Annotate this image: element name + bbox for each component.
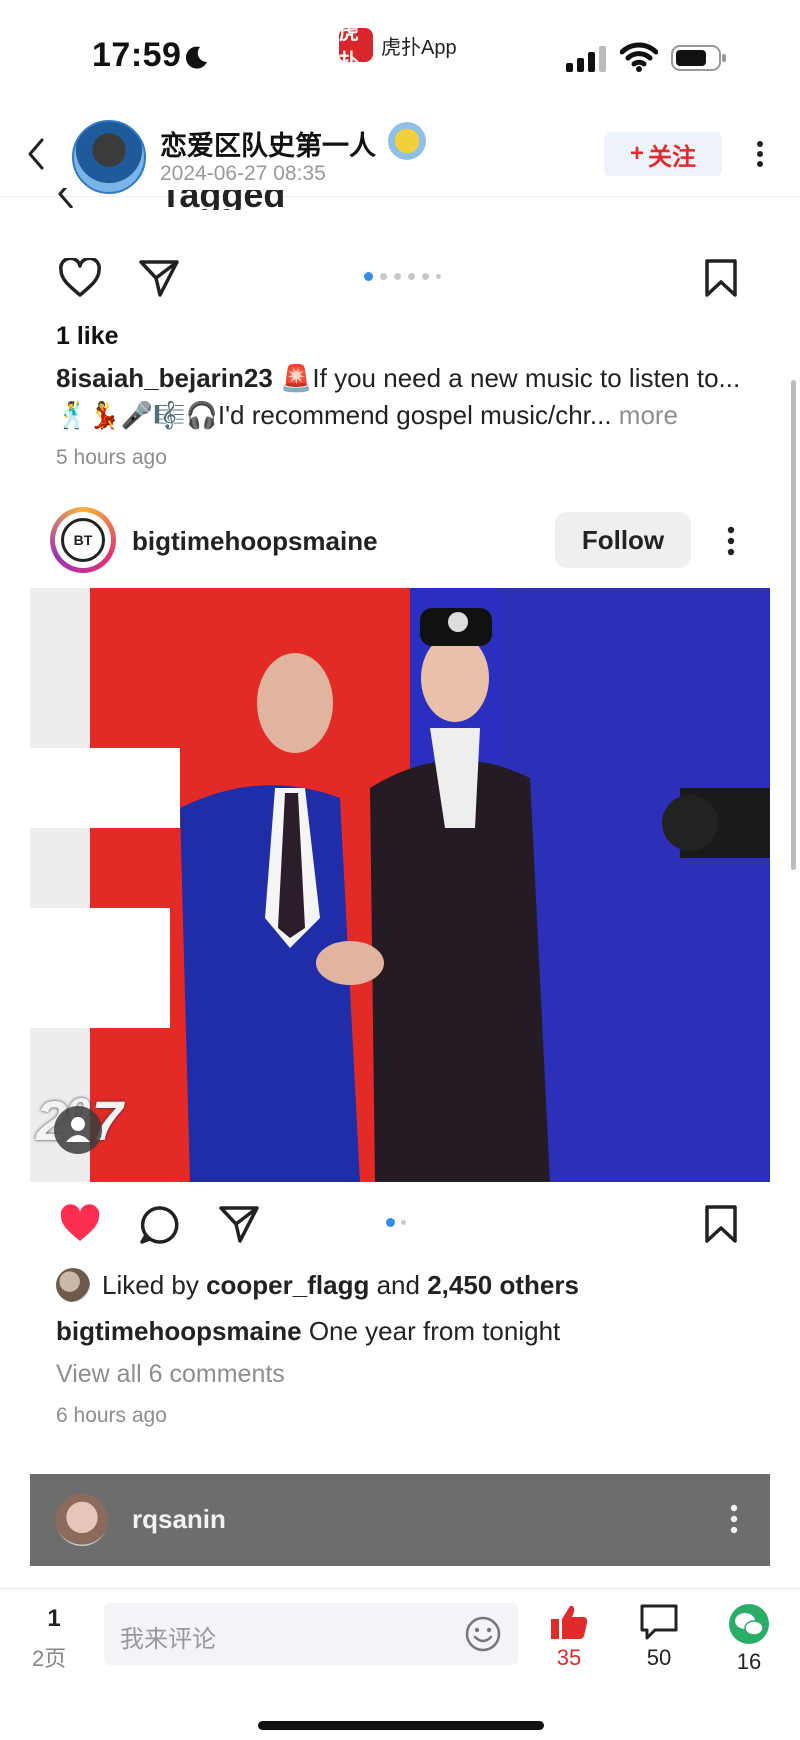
- post-caption: 8isaiah_bejarin23 🚨If you need a new mus…: [56, 360, 756, 434]
- caption-text-2: One year from tonight: [308, 1316, 561, 1346]
- battery-icon: [671, 44, 727, 77]
- liked-by-count[interactable]: 2,450 others: [427, 1270, 579, 1300]
- next-post-avatar[interactable]: [56, 1494, 108, 1546]
- post-time: 5 hours ago: [56, 446, 167, 469]
- next-post-more-icon[interactable]: [730, 1504, 738, 1539]
- comment-button[interactable]: 50: [624, 1603, 694, 1671]
- bookmark-icon-2[interactable]: [704, 1204, 738, 1249]
- wifi-icon: [619, 42, 659, 77]
- comment-input[interactable]: 我来评论: [104, 1603, 518, 1665]
- level-badge-icon: [388, 122, 426, 160]
- carousel-indicator: [364, 272, 441, 281]
- more-options-icon[interactable]: [756, 140, 764, 173]
- post-caption-2: bigtimehoopsmaine One year from tonight: [56, 1316, 560, 1347]
- view-comments-link[interactable]: View all 6 comments: [56, 1360, 285, 1389]
- comment-bubble-icon: [640, 1604, 678, 1640]
- comment-icon[interactable]: [138, 1204, 180, 1251]
- caption-username[interactable]: 8isaiah_bejarin23: [56, 363, 273, 393]
- thumbs-up-icon: [551, 1605, 588, 1639]
- heart-filled-icon[interactable]: [58, 1204, 102, 1249]
- home-indicator[interactable]: [258, 1721, 544, 1730]
- heart-icon[interactable]: [58, 256, 102, 303]
- page-current[interactable]: 1: [40, 1605, 68, 1633]
- ig-follow-button[interactable]: Follow: [555, 512, 691, 568]
- wechat-icon: [729, 1604, 769, 1644]
- bookmark-icon[interactable]: [704, 258, 738, 303]
- draft-photo-illustration: [30, 588, 770, 1182]
- post-username[interactable]: bigtimehoopsmaine: [132, 526, 378, 557]
- app-logo: 虎扑: [339, 22, 373, 73]
- page-total[interactable]: 2页: [32, 1641, 66, 1673]
- share-icon-2[interactable]: [218, 1204, 260, 1249]
- next-post-header: rqsanin: [30, 1474, 770, 1566]
- follow-label: 关注: [648, 143, 696, 171]
- bottom-action-bar: 1 2页 我来评论 35 50 16: [0, 1588, 800, 1740]
- next-post-username[interactable]: rqsanin: [132, 1504, 226, 1535]
- tagged-title: Tagged: [160, 190, 285, 210]
- comment-placeholder: 我来评论: [120, 1626, 216, 1653]
- liked-by-prefix: Liked by: [102, 1269, 199, 1300]
- emoji-icon[interactable]: [464, 1615, 502, 1658]
- like-count-bottom: 35: [556, 1645, 582, 1670]
- liked-by-and: and: [376, 1269, 420, 1300]
- app-badge: 虎扑 虎扑App: [339, 22, 457, 73]
- plus-icon: +: [629, 140, 644, 167]
- carousel-indicator-2: [386, 1218, 406, 1227]
- liked-by-avatar: [56, 1268, 90, 1302]
- wechat-share-button[interactable]: 16: [714, 1603, 784, 1675]
- tagged-people-icon[interactable]: [54, 1106, 102, 1154]
- tagged-back-icon: [56, 188, 78, 208]
- author-name[interactable]: 恋爱区队史第一人: [160, 124, 376, 163]
- liked-by-user[interactable]: cooper_flagg: [206, 1270, 369, 1300]
- like-button[interactable]: 35: [534, 1603, 604, 1671]
- share-count: 16: [736, 1649, 762, 1674]
- like-count: 1 like: [56, 322, 119, 350]
- moon-icon: [182, 44, 210, 77]
- profile-avatar[interactable]: BT: [61, 518, 105, 562]
- caption-username-2[interactable]: bigtimehoopsmaine: [56, 1316, 302, 1346]
- comment-count: 50: [646, 1645, 672, 1670]
- post-header: 恋爱区队史第一人 2024-06-27 08:35 + 关注: [0, 110, 800, 197]
- share-icon[interactable]: [138, 258, 180, 303]
- more-link[interactable]: more: [619, 400, 678, 430]
- signal-icon: [566, 46, 608, 77]
- post-more-icon[interactable]: [727, 526, 735, 561]
- follow-button[interactable]: + 关注: [604, 132, 722, 176]
- scrollbar[interactable]: [791, 380, 796, 870]
- status-time: 17:59: [92, 36, 182, 74]
- app-name: 虎扑App: [381, 36, 457, 59]
- post-date: 2024-06-27 08:35: [160, 162, 326, 185]
- back-icon[interactable]: [24, 136, 48, 177]
- post-photo[interactable]: 2⁰7: [30, 588, 770, 1182]
- liked-by-row[interactable]: Liked by cooper_flagg and 2,450 others: [56, 1268, 579, 1302]
- post-time-2: 6 hours ago: [56, 1404, 167, 1427]
- author-avatar[interactable]: [72, 120, 146, 194]
